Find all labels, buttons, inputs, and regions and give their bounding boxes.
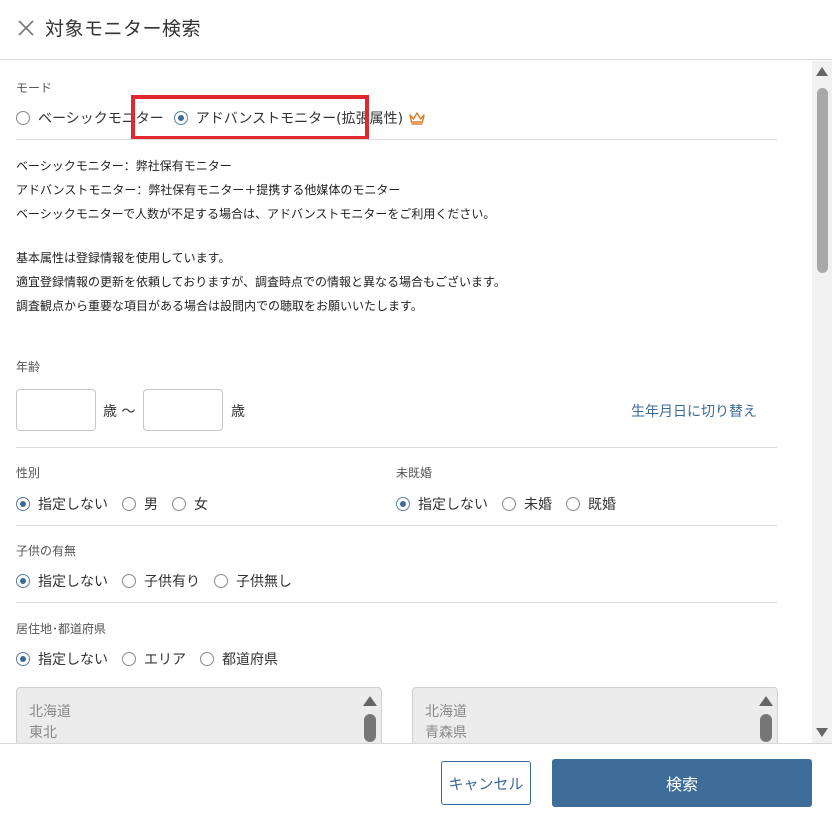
list-item[interactable]: 北海道 [29,701,71,721]
age-label: 年齢 [16,360,41,374]
radio-button[interactable] [122,652,136,666]
description-line: ベーシックモニター：弊社保有モニター [16,159,232,173]
switch-to-birthdate-link[interactable]: 生年月日に切り替え [631,401,757,421]
radio-button-checked[interactable] [396,497,410,511]
children-option-label: 子供無し [236,574,292,590]
radio-button[interactable] [122,574,136,588]
children-option-unspecified[interactable]: 指定しない [16,571,108,591]
marital-option-unspecified[interactable]: 指定しない [396,494,488,514]
age-max-input[interactable] [143,389,223,431]
gender-option-female[interactable]: 女 [172,494,208,514]
gender-label: 性別 [16,466,41,480]
radio-button[interactable] [16,111,30,125]
list-item[interactable]: 東北 [29,722,57,742]
radio-button-checked[interactable] [16,652,30,666]
radio-button-checked[interactable] [16,574,30,588]
description-line: 基本属性は登録情報を使用しています。 [16,251,231,265]
scrollbar-thumb[interactable] [760,714,772,742]
dialog-title: 対象モニター検索 [45,18,202,40]
divider [16,447,777,448]
main-scrollbar[interactable] [812,61,832,743]
children-option-label: 指定しない [38,574,108,590]
divider [16,525,777,526]
scrollbar-thumb[interactable] [817,88,828,273]
radio-button[interactable] [502,497,516,511]
gender-option-label: 男 [144,497,158,513]
age-unit-from: 歳 〜 [103,404,136,420]
gender-radio-group: 指定しない 男 女 [16,494,222,514]
marital-option-married[interactable]: 既婚 [566,494,616,514]
residence-option-unspecified[interactable]: 指定しない [16,649,108,669]
marital-option-label: 指定しない [418,497,488,513]
list-item[interactable]: 北海道 [425,701,467,721]
marital-option-label: 未婚 [524,497,552,513]
area-listbox[interactable]: 北海道 東北 [16,687,382,743]
radio-button[interactable] [200,652,214,666]
cancel-button[interactable]: キャンセル [441,761,531,805]
list-item[interactable]: 青森県 [425,722,467,742]
residence-option-prefecture[interactable]: 都道府県 [200,649,278,669]
highlight-box [131,95,369,140]
crown-icon [409,112,425,125]
residence-option-area[interactable]: エリア [122,649,186,669]
marital-label: 未既婚 [396,466,433,480]
residence-radio-group: 指定しない エリア 都道府県 [16,649,292,669]
marital-option-single[interactable]: 未婚 [502,494,552,514]
children-option-label: 子供有り [144,574,200,590]
children-label: 子供の有無 [16,544,77,558]
listbox-scrollbar[interactable] [755,688,777,743]
residence-option-label: 都道府県 [222,652,278,668]
radio-button[interactable] [122,497,136,511]
dialog-header: 対象モニター検索 [0,0,832,60]
radio-button[interactable] [214,574,228,588]
mode-description: ベーシックモニター：弊社保有モニター アドバンストモニター：弊社保有モニター＋提… [16,154,495,226]
scroll-area: モード ベーシックモニター アドバンストモニター(拡張属性) ベーシックモニター… [0,61,832,743]
description-line: 適宜登録情報の更新を依頼しておりますが、調査時点での情報と異なる場合もございます… [16,275,506,289]
attribute-description: 基本属性は登録情報を使用しています。 適宜登録情報の更新を依頼しておりますが、調… [16,246,506,318]
description-line: アドバンストモニター：弊社保有モニター＋提携する他媒体のモニター [16,183,401,197]
search-button[interactable]: 検索 [552,759,812,807]
children-option-no[interactable]: 子供無し [214,571,292,591]
prefecture-listbox[interactable]: 北海道 青森県 [412,687,778,743]
description-line: ベーシックモニターで人数が不足する場合は、アドバンストモニターをご利用ください。 [16,207,496,221]
listbox-scrollbar[interactable] [359,688,381,743]
gender-option-label: 指定しない [38,497,108,513]
marital-option-label: 既婚 [588,497,616,513]
children-option-yes[interactable]: 子供有り [122,571,200,591]
residence-option-label: 指定しない [38,652,108,668]
scrollbar-thumb[interactable] [364,714,376,742]
dialog-footer: キャンセル 検索 [0,743,832,817]
gender-option-male[interactable]: 男 [122,494,158,514]
age-unit-to: 歳 [231,404,245,420]
gender-option-unspecified[interactable]: 指定しない [16,494,108,514]
age-min-input[interactable] [16,389,96,431]
mode-label: モード [16,81,53,95]
radio-button-checked[interactable] [16,497,30,511]
close-icon[interactable] [14,16,38,40]
divider [16,139,777,140]
radio-button[interactable] [566,497,580,511]
divider [16,602,777,603]
gender-option-label: 女 [194,497,208,513]
scroll-up-arrow-icon[interactable] [759,696,773,706]
scroll-up-arrow-icon[interactable] [816,67,828,76]
marital-radio-group: 指定しない 未婚 既婚 [396,494,630,514]
description-line: 調査観点から重要な項目がある場合は設問内での聴取をお願いいたします。 [16,299,423,313]
residence-label: 居住地･都道府県 [16,622,107,636]
children-radio-group: 指定しない 子供有り 子供無し [16,571,306,591]
residence-option-label: エリア [144,652,186,668]
scroll-up-arrow-icon[interactable] [363,696,377,706]
scroll-down-arrow-icon[interactable] [816,728,828,737]
radio-button[interactable] [172,497,186,511]
